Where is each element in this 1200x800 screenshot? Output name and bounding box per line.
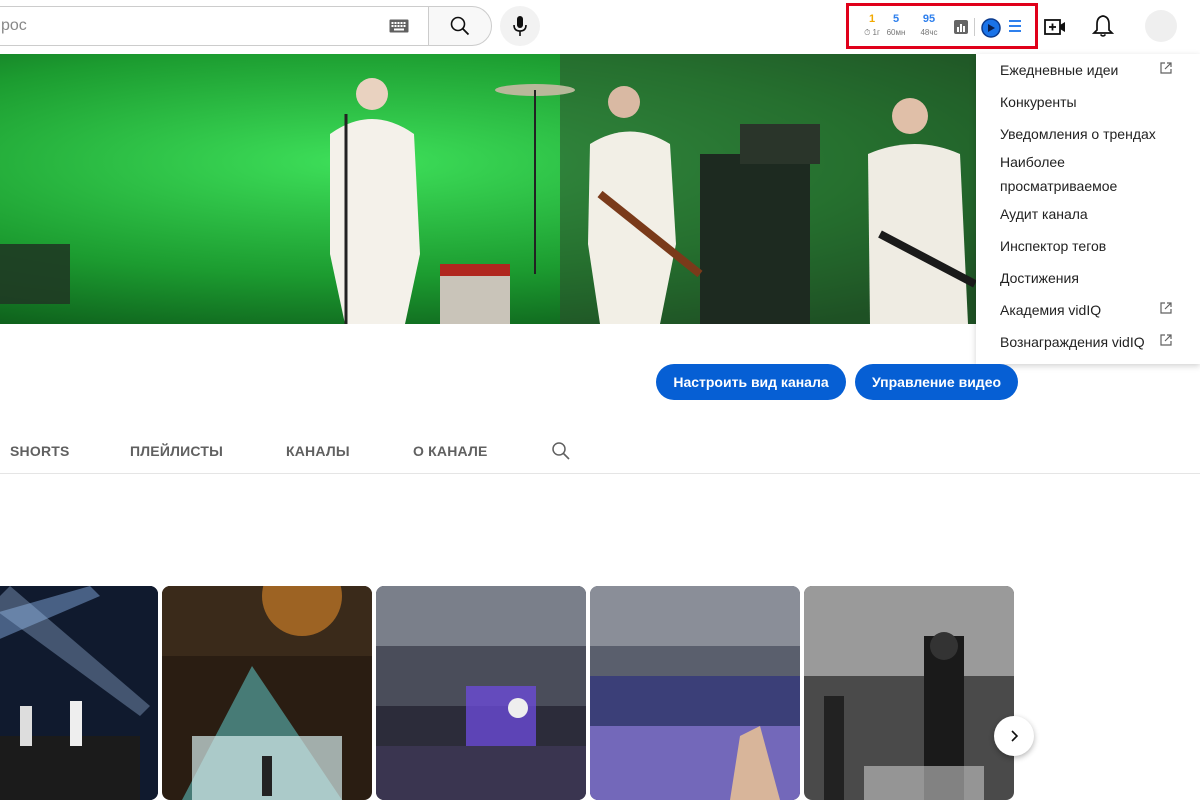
menu-item-label: Достижения xyxy=(1000,270,1079,286)
manage-videos-button[interactable]: Управление видео xyxy=(855,364,1018,400)
chart-icon[interactable] xyxy=(954,20,968,34)
vidiq-dropdown-menu: Ежедневные идеи Конкуренты Уведомления о… xyxy=(976,54,1200,364)
vidiq-stat-value: 5 xyxy=(892,13,900,25)
search-input[interactable] xyxy=(0,7,371,45)
vidiq-stat-views-48h[interactable]: 95 48чс xyxy=(914,14,944,37)
thumbnail-image xyxy=(590,586,800,800)
channel-tabs: SHORTS ПЛЕЙЛИСТЫ КАНАЛЫ О КАНАЛЕ xyxy=(0,430,1200,474)
menu-item-vidiq-rewards[interactable]: Вознаграждения vidIQ xyxy=(1000,330,1190,354)
vidiq-stat-value: 95 xyxy=(922,13,936,25)
vidiq-stat-views-60m[interactable]: 5 60мн xyxy=(881,14,911,37)
menu-item-vidiq-academy[interactable]: Академия vidIQ xyxy=(1000,298,1190,322)
search-button[interactable] xyxy=(428,6,492,46)
external-link-icon xyxy=(1160,334,1172,346)
thumbnail-image xyxy=(162,586,372,800)
menu-item-label: Аудит канала xyxy=(1000,206,1088,222)
keyboard-icon[interactable] xyxy=(389,19,409,33)
menu-item-trend-alerts[interactable]: Уведомления о трендах xyxy=(1000,122,1190,146)
masthead: 1 ⏱ 1г 5 60мн 95 48чс xyxy=(0,0,1200,54)
vidiq-logo-icon[interactable] xyxy=(981,18,1001,38)
menu-item-competitors[interactable]: Конкуренты xyxy=(1000,90,1190,114)
menu-item-label: Вознаграждения vidIQ xyxy=(1000,334,1145,350)
video-shelf xyxy=(0,586,1200,800)
menu-item-label: Уведомления о трендах xyxy=(1000,126,1156,142)
thumbnail-image xyxy=(376,586,586,800)
shelf-next-button[interactable] xyxy=(994,716,1034,756)
voice-search-button[interactable] xyxy=(500,6,540,46)
bell-icon[interactable] xyxy=(1092,14,1114,38)
vidiq-stat-label: ⏱ 1г xyxy=(864,28,880,37)
search-box[interactable] xyxy=(0,6,428,46)
avatar[interactable] xyxy=(1145,10,1177,42)
video-thumbnail[interactable] xyxy=(376,586,586,800)
create-video-icon[interactable] xyxy=(1044,16,1066,38)
video-thumbnail[interactable] xyxy=(804,586,1014,800)
customize-channel-button[interactable]: Настроить вид канала xyxy=(656,364,846,400)
vidiq-stat-upload[interactable]: 1 ⏱ 1г xyxy=(863,14,881,37)
menu-item-label: Ежедневные идеи xyxy=(1000,62,1119,78)
external-link-icon xyxy=(1160,302,1172,314)
tab-channels[interactable]: КАНАЛЫ xyxy=(286,443,350,459)
menu-item-channel-audit[interactable]: Аудит канала xyxy=(1000,202,1190,226)
vidiq-stat-label: 60мн xyxy=(886,28,906,37)
tab-shorts[interactable]: SHORTS xyxy=(10,443,70,459)
vidiq-stat-value: 1 xyxy=(868,13,876,25)
chevron-right-icon xyxy=(1011,730,1019,742)
mic-icon xyxy=(513,16,527,36)
tab-about[interactable]: О КАНАЛЕ xyxy=(413,443,488,459)
thumbnail-image xyxy=(0,586,158,800)
menu-item-label: просматриваемое xyxy=(1000,178,1118,194)
menu-item-daily-ideas[interactable]: Ежедневные идеи xyxy=(1000,58,1190,82)
thumbnail-image xyxy=(804,586,1014,800)
divider xyxy=(974,18,975,36)
vidiq-stat-label: 48чс xyxy=(920,28,938,37)
menu-icon[interactable] xyxy=(1009,20,1021,35)
search-icon xyxy=(450,16,470,36)
menu-item-achievements[interactable]: Достижения xyxy=(1000,266,1190,290)
video-thumbnail[interactable] xyxy=(590,586,800,800)
tab-playlists[interactable]: ПЛЕЙЛИСТЫ xyxy=(130,443,223,459)
menu-item-label: Инспектор тегов xyxy=(1000,238,1107,254)
external-link-icon xyxy=(1160,62,1172,74)
menu-item-tag-inspector[interactable]: Инспектор тегов xyxy=(1000,234,1190,258)
video-thumbnail[interactable] xyxy=(162,586,372,800)
menu-item-most-viewed[interactable]: Наиболее просматриваемое xyxy=(1000,150,1190,198)
vidiq-toolbar: 1 ⏱ 1г 5 60мн 95 48чс xyxy=(846,3,1038,49)
menu-item-label: Наиболее xyxy=(1000,154,1065,170)
menu-item-label: Академия vidIQ xyxy=(1000,302,1102,318)
menu-item-label: Конкуренты xyxy=(1000,94,1077,110)
search-icon[interactable] xyxy=(551,441,571,461)
video-thumbnail[interactable] xyxy=(0,586,158,800)
